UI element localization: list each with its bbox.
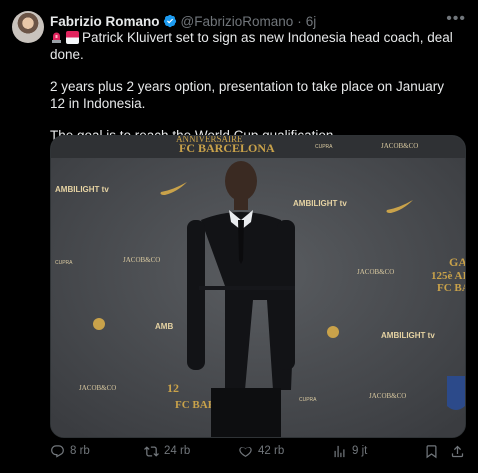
- backdrop-sponsor: AMBILIGHT tv: [381, 331, 435, 340]
- tweet-paragraph: 2 years plus 2 years option, presentatio…: [50, 79, 444, 111]
- indonesia-flag-icon: [66, 31, 79, 44]
- tweet-header: Fabrizio Romano @FabrizioRomano · 6j: [50, 12, 464, 30]
- backdrop-sponsor: JACOB&CO: [79, 384, 116, 392]
- photo-scene: ANNIVERSAIRE FC BARCELONA AMBILIGHT tv A…: [51, 136, 465, 437]
- avatar[interactable]: [12, 11, 44, 43]
- backdrop-text: 12: [167, 381, 179, 395]
- backdrop-sponsor: JACOB&CO: [381, 142, 418, 150]
- backdrop-sponsor: JACOB&CO: [369, 392, 406, 400]
- backdrop-sponsor: AMBILIGHT tv: [293, 199, 347, 208]
- backdrop-sponsor: CUPRA: [299, 397, 317, 403]
- views-chart-icon: [334, 445, 345, 457]
- share-icon: [451, 445, 464, 457]
- verified-badge-icon: [163, 14, 176, 28]
- backdrop-sponsor: AMBILIGHT tv: [55, 185, 109, 194]
- backdrop-text: 125è AI: [431, 270, 465, 282]
- siren-emoji-icon: [50, 31, 63, 44]
- views-count: 9 jt: [352, 445, 368, 457]
- backdrop-sponsor: CUPRA: [55, 260, 73, 266]
- backdrop-text: GA: [449, 255, 465, 269]
- backdrop-sponsor: JACOB&CO: [123, 256, 160, 264]
- more-options-icon[interactable]: •••: [446, 10, 466, 28]
- bookmark-button[interactable]: [424, 444, 439, 459]
- tweet-headline: Patrick Kluivert set to sign as new Indo…: [50, 30, 453, 62]
- tweet-time[interactable]: 6j: [306, 14, 317, 29]
- separator-dot: ·: [297, 13, 302, 29]
- backdrop-sponsor: JACOB&CO: [357, 268, 394, 276]
- author-name[interactable]: Fabrizio Romano: [50, 14, 160, 29]
- repost-count: 24 rb: [164, 445, 191, 457]
- repost-icon: [144, 445, 159, 457]
- heart-icon: [239, 446, 252, 457]
- backdrop-sponsor: AMB: [155, 322, 173, 331]
- backdrop-sponsor: CUPRA: [315, 144, 333, 150]
- views-button[interactable]: 9 jt: [332, 444, 367, 459]
- reply-icon: [51, 444, 64, 458]
- reply-button[interactable]: 8 rb: [50, 444, 90, 459]
- author-handle[interactable]: @FabrizioRomano: [181, 14, 294, 29]
- like-button[interactable]: 42 rb: [238, 444, 284, 459]
- like-count: 42 rb: [258, 445, 285, 457]
- bookmark-icon: [426, 444, 437, 458]
- backdrop-fc-barcelona: FC BARCELONA: [179, 141, 275, 155]
- backdrop-text: FC BA: [437, 282, 465, 294]
- repost-button[interactable]: 24 rb: [144, 444, 190, 459]
- tweet-photo[interactable]: ANNIVERSAIRE FC BARCELONA AMBILIGHT tv A…: [50, 135, 466, 438]
- action-bar: 8 rb 24 rb 42 rb 9 jt: [50, 441, 470, 461]
- reply-count: 8 rb: [70, 445, 90, 457]
- share-button[interactable]: [450, 444, 465, 459]
